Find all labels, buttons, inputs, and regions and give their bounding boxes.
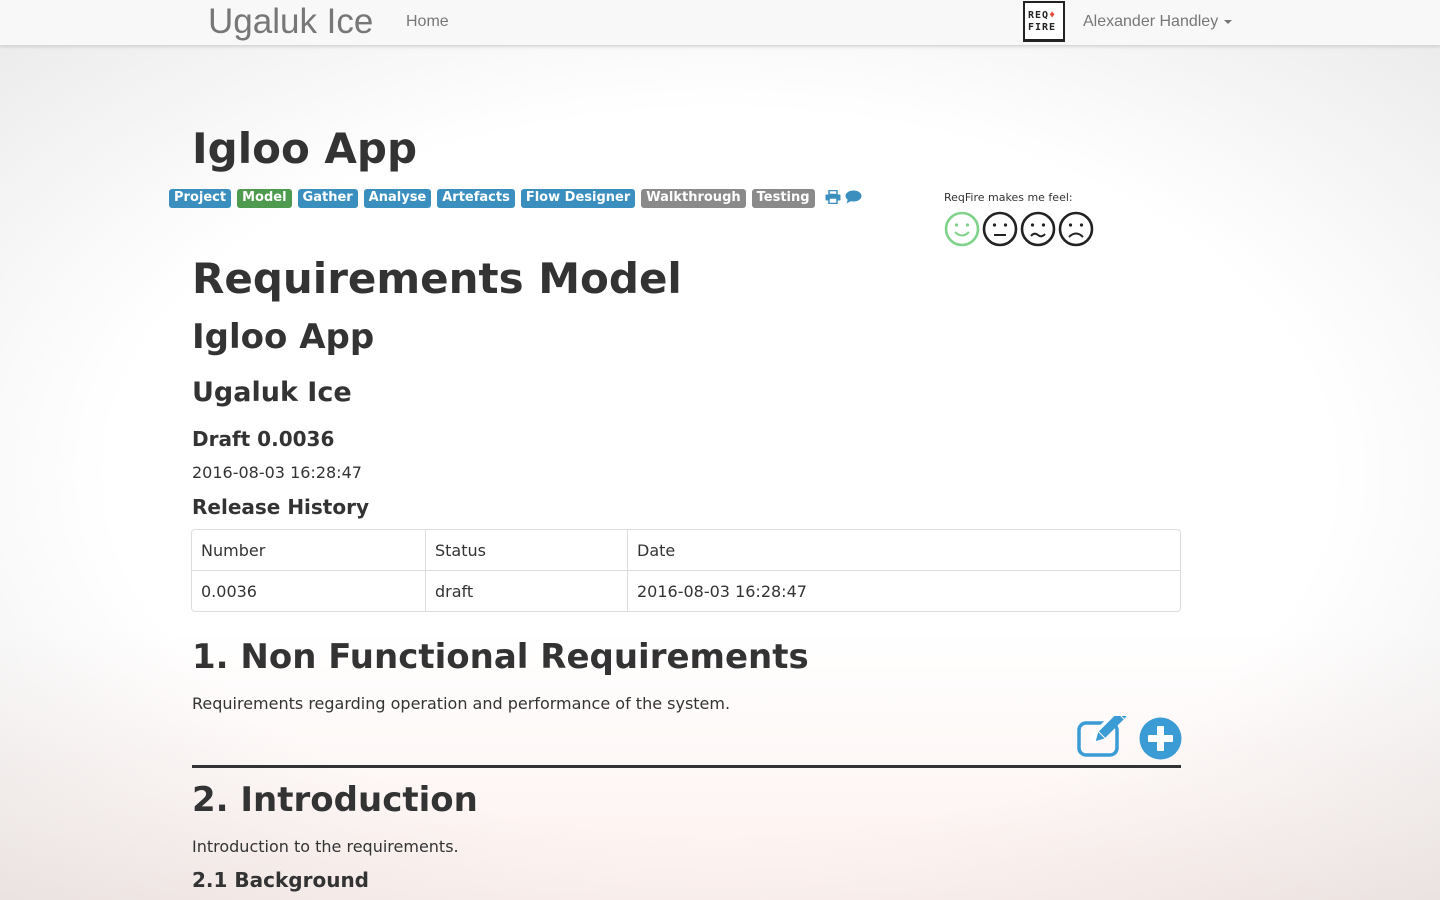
top-navbar: Ugaluk Ice Home REQ♦ FIRE Alexander Hand… bbox=[0, 0, 1440, 46]
draft-version: Draft 0.0036 bbox=[192, 427, 335, 451]
cell-number: 0.0036 bbox=[192, 571, 426, 611]
happy-face-icon[interactable] bbox=[944, 211, 980, 247]
comment-icon[interactable] bbox=[845, 189, 862, 208]
section-divider bbox=[192, 765, 1181, 768]
feedback-prompt: ReqFire makes me feel: bbox=[944, 191, 1073, 204]
nav-home-link[interactable]: Home bbox=[406, 13, 449, 31]
reqfire-logo: REQ♦ FIRE bbox=[1023, 1, 1065, 42]
user-menu-dropdown[interactable]: Alexander Handley bbox=[1083, 13, 1233, 31]
cell-date: 2016-08-03 16:28:47 bbox=[637, 581, 807, 601]
sad-face-icon[interactable] bbox=[1058, 211, 1094, 247]
draft-timestamp: 2016-08-03 16:28:47 bbox=[192, 463, 362, 482]
logo-line2: FIRE bbox=[1028, 22, 1057, 33]
model-organization: Ugaluk Ice bbox=[192, 377, 352, 408]
label-model[interactable]: Model bbox=[237, 188, 292, 208]
label-project[interactable]: Project bbox=[169, 188, 232, 208]
header-status: Status bbox=[426, 530, 628, 571]
label-flow-designer[interactable]: Flow Designer bbox=[520, 188, 636, 208]
table-row: 0.0036 draft 2016-08-03 16:28:47 bbox=[192, 571, 1180, 611]
model-app-name: Igloo App bbox=[192, 317, 375, 357]
label-gather[interactable]: Gather bbox=[297, 188, 358, 208]
model-heading: Requirements Model bbox=[192, 254, 682, 303]
print-icon[interactable] bbox=[825, 189, 841, 208]
project-nav-labels: Project Model Gather Analyse Artefacts F… bbox=[169, 188, 862, 208]
table-header-row: Number Status Date bbox=[192, 530, 1180, 571]
label-analyse[interactable]: Analyse bbox=[363, 188, 432, 208]
cell-status: draft bbox=[426, 571, 628, 611]
label-walkthrough[interactable]: Walkthrough bbox=[641, 188, 746, 208]
add-requirement-icon[interactable] bbox=[1139, 717, 1182, 760]
header-number: Number bbox=[192, 530, 426, 571]
subsection-title-background: 2.1 Background bbox=[192, 868, 370, 892]
release-history-title: Release History bbox=[192, 495, 370, 519]
label-testing[interactable]: Testing bbox=[751, 188, 815, 208]
logo-line1: REQ♦ bbox=[1028, 10, 1057, 21]
project-title: Igloo App bbox=[192, 124, 418, 173]
caret-down-icon bbox=[1224, 19, 1233, 24]
section-description-introduction: Introduction to the requirements. bbox=[192, 837, 459, 856]
release-history-table: Number Status Date 0.0036 draft 2016-08-… bbox=[191, 529, 1181, 612]
worried-face-icon[interactable] bbox=[1020, 211, 1056, 247]
neutral-face-icon[interactable] bbox=[982, 211, 1018, 247]
section-title-introduction: 2. Introduction bbox=[192, 780, 478, 820]
section-description-nfr: Requirements regarding operation and per… bbox=[192, 694, 731, 713]
header-date: Date bbox=[628, 530, 1180, 571]
edit-section-icon[interactable] bbox=[1076, 716, 1128, 758]
user-name: Alexander Handley bbox=[1083, 13, 1219, 30]
feedback-faces bbox=[944, 211, 1096, 247]
section-title-nfr: 1. Non Functional Requirements bbox=[192, 637, 809, 677]
label-artefacts[interactable]: Artefacts bbox=[437, 188, 515, 208]
brand-link[interactable]: Ugaluk Ice bbox=[208, 2, 373, 42]
